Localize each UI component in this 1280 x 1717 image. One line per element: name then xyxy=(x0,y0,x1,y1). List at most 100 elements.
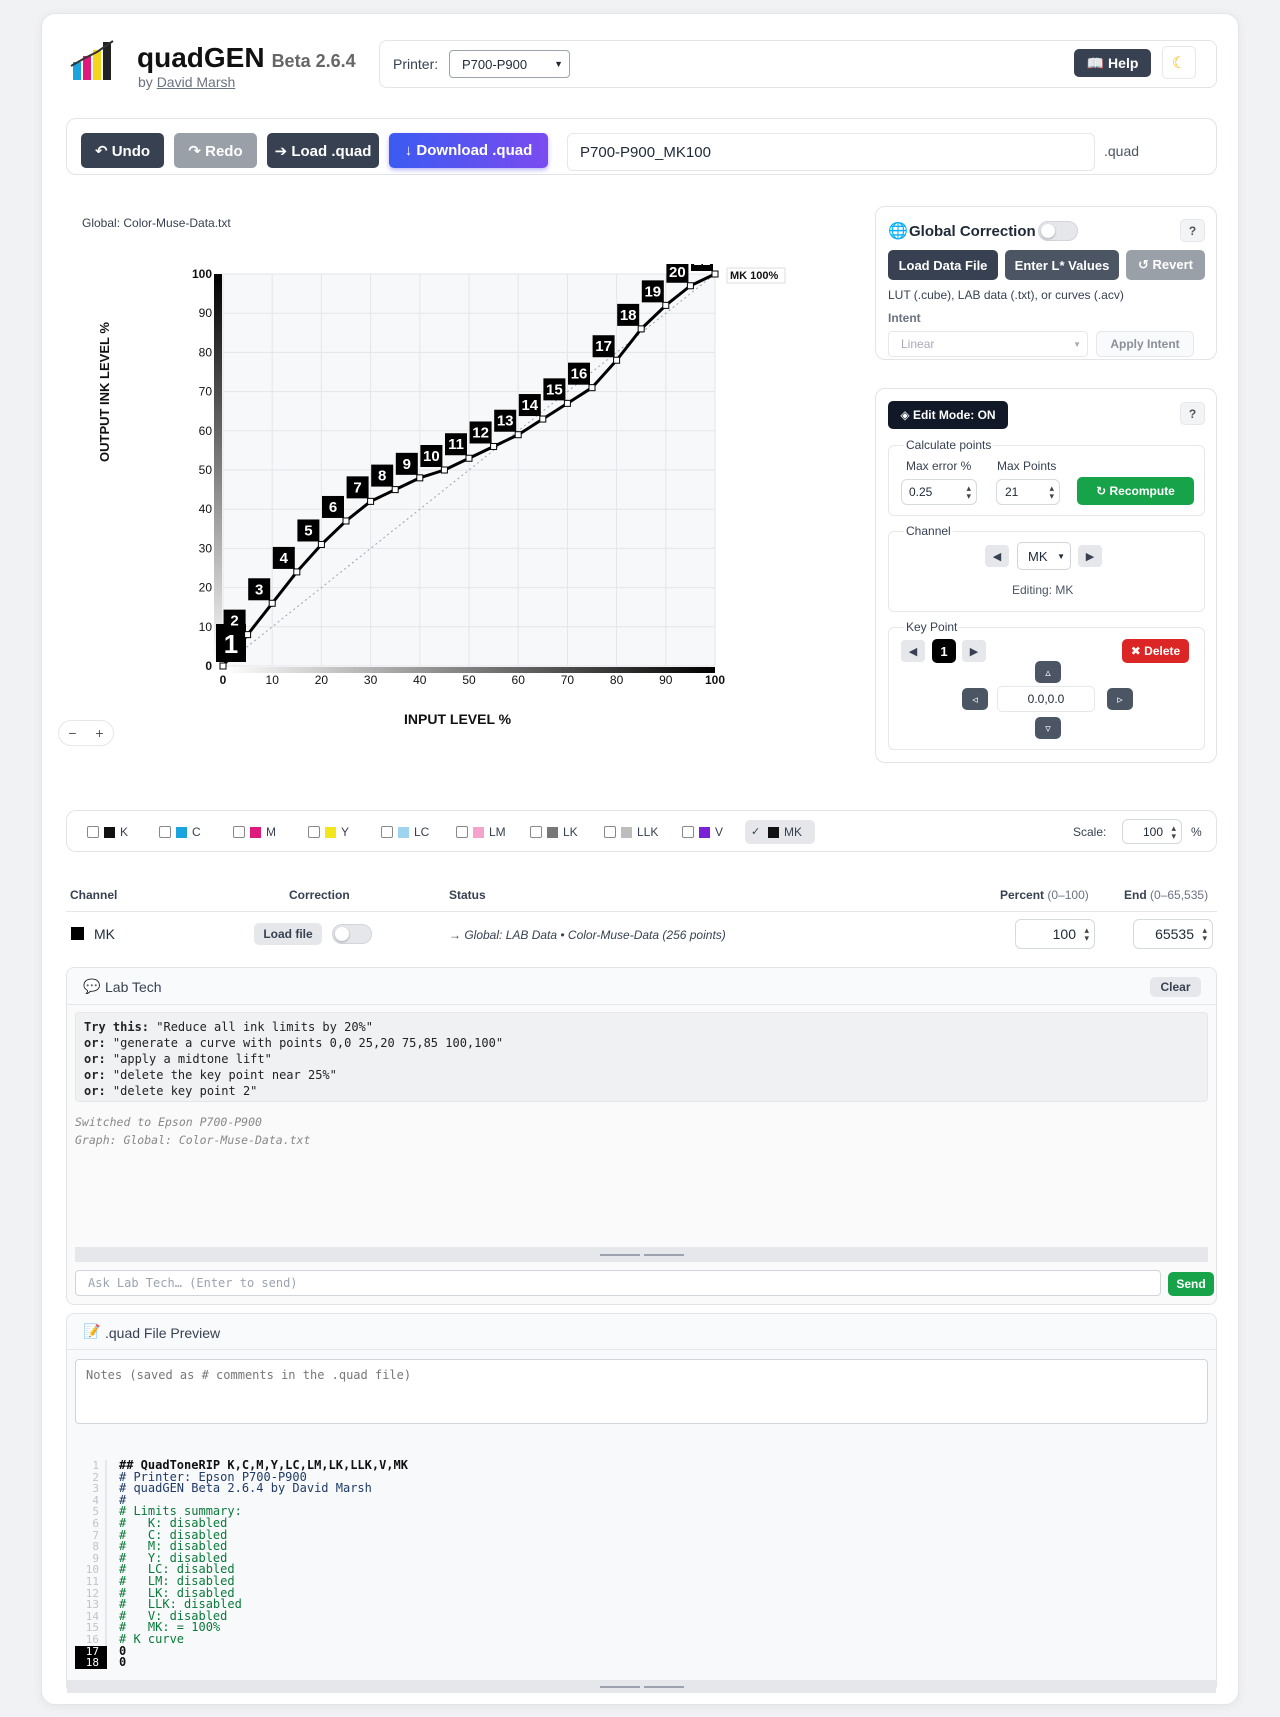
channel-chip-lk[interactable]: LK xyxy=(524,820,598,844)
correction-toggle[interactable] xyxy=(332,924,372,944)
end-input[interactable]: 65535 xyxy=(1133,919,1213,949)
channel-select[interactable]: MK ▼ xyxy=(1017,542,1071,570)
redo-button[interactable]: ↷ Redo xyxy=(174,133,257,168)
printer-select[interactable]: P700-P900 ▼ xyxy=(449,50,570,78)
edit-help-button[interactable]: ? xyxy=(1180,402,1205,425)
author-link[interactable]: David Marsh xyxy=(157,74,236,90)
line-number: 18 xyxy=(75,1657,105,1669)
key-point-marker[interactable] xyxy=(367,497,375,505)
max-error-input[interactable]: 0.25 xyxy=(901,479,977,505)
help-button[interactable]: 📖 Help xyxy=(1074,49,1151,77)
percent-input[interactable]: 100 xyxy=(1015,919,1095,949)
key-point-marker[interactable] xyxy=(293,568,301,576)
zoom-in-button[interactable]: + xyxy=(95,725,103,741)
edit-mode-toggle-button[interactable]: ◈ Edit Mode: ON xyxy=(888,401,1008,429)
checkbox[interactable] xyxy=(456,826,468,838)
nudge-up-button[interactable]: ▵ xyxy=(1035,661,1061,683)
key-point-label: 4 xyxy=(280,550,289,567)
clear-chat-button[interactable]: Clear xyxy=(1150,977,1201,997)
log-line: Switched to Epson P700-P900 xyxy=(75,1115,262,1129)
nudge-down-button[interactable]: ▿ xyxy=(1035,717,1061,739)
channel-color-swatch xyxy=(325,826,336,838)
notes-textarea[interactable]: Notes (saved as # comments in the .quad … xyxy=(75,1359,1208,1424)
next-channel-button[interactable]: ▶ xyxy=(1078,545,1102,567)
scale-input[interactable]: 100 xyxy=(1122,819,1182,844)
key-point-marker[interactable] xyxy=(514,431,522,439)
channel-chip-m[interactable]: M xyxy=(227,820,302,844)
key-point-marker[interactable] xyxy=(588,384,596,392)
channel-chip-mk[interactable]: ✓ MK xyxy=(745,820,815,844)
nudge-right-button[interactable]: ▹ xyxy=(1107,688,1133,710)
checkbox[interactable] xyxy=(530,826,542,838)
apply-intent-button[interactable]: Apply Intent xyxy=(1096,331,1194,357)
download-quad-button[interactable]: ↓ Download .quad xyxy=(389,133,548,168)
checkbox[interactable]: ✓ xyxy=(751,826,763,838)
key-point-marker[interactable] xyxy=(219,662,227,670)
scale-unit: % xyxy=(1191,825,1202,839)
key-point-marker[interactable] xyxy=(465,454,473,462)
channel-color-swatch xyxy=(176,826,187,838)
channel-chip-label: C xyxy=(192,825,201,839)
checkbox[interactable] xyxy=(159,826,171,838)
key-point-marker[interactable] xyxy=(440,466,448,474)
enter-l-values-button[interactable]: Enter L* Values xyxy=(1005,250,1119,280)
channel-group-title: Channel xyxy=(904,524,953,538)
checkbox[interactable] xyxy=(308,826,320,838)
key-point-marker[interactable] xyxy=(539,415,547,423)
revert-button[interactable]: ↺ Revert xyxy=(1126,250,1205,280)
undo-button[interactable]: ↶ Undo xyxy=(81,133,164,168)
moon-icon: ☾ xyxy=(1171,54,1187,72)
checkbox[interactable] xyxy=(604,826,616,838)
send-button[interactable]: Send xyxy=(1168,1272,1214,1296)
key-point-marker[interactable] xyxy=(686,282,694,290)
channel-chip-lc[interactable]: LC xyxy=(375,820,450,844)
channel-chip-y[interactable]: Y xyxy=(302,820,375,844)
channel-chip-llk[interactable]: LLK xyxy=(598,820,676,844)
chat-bubble-icon: 💬 xyxy=(83,978,101,994)
recompute-button[interactable]: ↻ Recompute xyxy=(1077,477,1194,505)
checkbox[interactable] xyxy=(233,826,245,838)
filename-input[interactable]: P700-P900_MK100 xyxy=(567,133,1095,171)
key-point-marker[interactable] xyxy=(391,486,399,494)
prev-channel-button[interactable]: ◀ xyxy=(985,545,1009,567)
zoom-out-button[interactable]: − xyxy=(68,725,76,741)
channel-chip-lm[interactable]: LM xyxy=(450,820,524,844)
key-point-marker[interactable] xyxy=(268,599,276,607)
checkbox[interactable] xyxy=(682,826,694,838)
key-point-marker[interactable] xyxy=(244,631,252,639)
next-key-point-button[interactable]: ▶ xyxy=(962,640,986,662)
key-point-marker[interactable] xyxy=(613,356,621,364)
load-file-button[interactable]: Load file xyxy=(254,923,322,945)
checkbox[interactable] xyxy=(381,826,393,838)
log-resize-handle[interactable] xyxy=(75,1247,1208,1262)
key-point-marker[interactable] xyxy=(711,270,719,278)
lab-tech-input[interactable]: Ask Lab Tech… (Enter to send) xyxy=(75,1270,1161,1296)
nudge-left-button[interactable]: ◃ xyxy=(962,688,988,710)
channel-chip-label: LLK xyxy=(637,825,659,839)
key-point-marker[interactable] xyxy=(317,540,325,548)
load-data-file-button[interactable]: Load Data File xyxy=(888,250,998,280)
lab-tech-panel: 💬 Lab Tech Clear Try this: "Reduce all i… xyxy=(66,967,1217,1305)
key-point-marker[interactable] xyxy=(563,399,571,407)
max-points-input[interactable]: 21 xyxy=(996,479,1060,505)
intent-select[interactable]: Linear ▼ xyxy=(888,331,1088,357)
load-quad-button[interactable]: ➔ Load .quad xyxy=(267,133,379,168)
channel-chip-v[interactable]: V xyxy=(676,820,745,844)
global-help-button[interactable]: ? xyxy=(1180,219,1205,242)
key-point-marker[interactable] xyxy=(490,442,498,450)
key-point-marker[interactable] xyxy=(416,474,424,482)
delete-key-point-button[interactable]: ✖ Delete xyxy=(1122,639,1189,663)
prev-key-point-button[interactable]: ◀ xyxy=(901,640,925,662)
key-point-coords-input[interactable]: 0.0,0.0 xyxy=(997,686,1095,712)
key-point-marker[interactable] xyxy=(662,301,670,309)
preview-resize-handle[interactable] xyxy=(67,1680,1216,1693)
channel-chip-k[interactable]: K xyxy=(81,820,153,844)
global-correction-toggle[interactable] xyxy=(1038,221,1078,241)
key-point-label: 12 xyxy=(472,424,489,441)
key-point-marker[interactable] xyxy=(342,517,350,525)
theme-toggle-button[interactable]: ☾ xyxy=(1162,46,1196,79)
key-point-marker[interactable] xyxy=(637,325,645,333)
line-number: 16 xyxy=(85,1632,99,1646)
checkbox[interactable] xyxy=(87,826,99,838)
channel-chip-c[interactable]: C xyxy=(153,820,227,844)
